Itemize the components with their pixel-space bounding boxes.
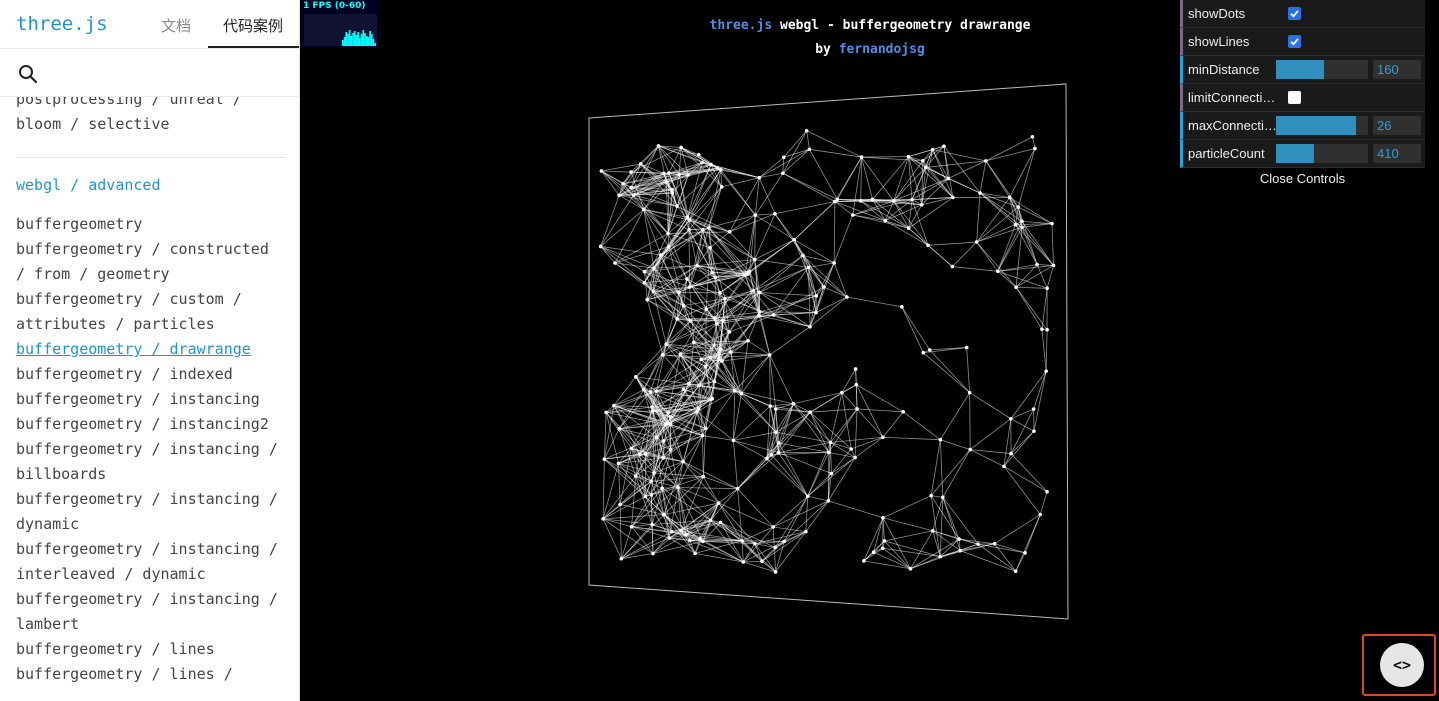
gui-slider-fill (1276, 116, 1357, 135)
gui-row-showdots: showDots (1180, 0, 1425, 28)
gui-checkbox[interactable] (1288, 7, 1301, 20)
example-link[interactable]: buffergeometry (16, 212, 286, 237)
sidebar-header: three.js 文档 代码案例 (0, 0, 299, 49)
gui-row-showlines: showLines (1180, 28, 1425, 56)
checkmark-icon (1290, 10, 1299, 18)
gui-label: showDots (1188, 6, 1246, 21)
gui-controls: showDots showLines minDistance 160 limitConn… (1180, 0, 1425, 168)
fps-stats-panel[interactable]: 1 FPS (0-60) (301, 0, 379, 48)
tab-examples[interactable]: 代码案例 (223, 15, 283, 36)
example-link[interactable]: buffergeometry / instancing2 (16, 412, 286, 437)
close-controls-button[interactable]: Close Controls (1180, 168, 1425, 190)
list-divider (16, 157, 286, 158)
info-header: three.js webgl - buffergeometry drawrang… (600, 14, 1140, 62)
checkmark-icon (1290, 38, 1299, 46)
gui-row-maxconnecti: maxConnecti… 26 (1180, 112, 1425, 140)
bounding-box (588, 83, 1069, 620)
gui-number-input[interactable]: 160 (1373, 60, 1421, 79)
info-title: webgl - buffergeometry drawrange (780, 18, 1031, 33)
gui-row-particlecount: particleCount 410 (1180, 140, 1425, 168)
gui-slider[interactable] (1276, 116, 1368, 135)
logo[interactable]: three.js (16, 13, 108, 35)
example-link[interactable]: buffergeometry / instancing / lambert (16, 587, 286, 637)
fps-label: 1 FPS (0-60) (303, 1, 366, 11)
info-by: by (815, 42, 831, 57)
fps-graph (304, 14, 377, 46)
gui-label: limitConnecti… (1188, 90, 1276, 105)
example-link[interactable]: buffergeometry / instancing / dynamic (16, 487, 286, 537)
example-link[interactable]: buffergeometry / lines / (16, 662, 286, 687)
gui-slider-fill (1276, 144, 1314, 163)
gui-label: maxConnecti… (1188, 118, 1277, 133)
example-list: postprocessing / unreal / bloom / select… (16, 87, 286, 687)
example-link[interactable]: buffergeometry / instancing (16, 387, 286, 412)
category-heading: webgl / advanced (16, 176, 161, 194)
sidebar: postprocessing / unreal / bloom / select… (0, 0, 300, 701)
connection-lines (600, 130, 1054, 573)
gui-number-input[interactable]: 410 (1373, 144, 1421, 163)
search-input[interactable] (48, 59, 287, 87)
gui-row-limitconnecti: limitConnecti… (1180, 84, 1425, 112)
threejs-link[interactable]: three.js (710, 18, 773, 33)
tab-docs[interactable]: 文档 (161, 15, 191, 36)
gui-slider[interactable] (1276, 60, 1368, 79)
gui-checkbox[interactable] (1288, 35, 1301, 48)
example-link[interactable]: buffergeometry / custom / attributes / p… (16, 287, 286, 337)
example-link[interactable]: buffergeometry / instancing / interleave… (16, 537, 286, 587)
example-link[interactable]: buffergeometry / constructed / from / ge… (16, 237, 286, 287)
search-icon[interactable] (18, 64, 38, 84)
dat-gui-panel: showDots showLines minDistance 160 limitConn… (1180, 0, 1425, 190)
gui-checkbox[interactable] (1288, 91, 1301, 104)
info-line-2: by fernandojsg (600, 38, 1140, 62)
active-tab-indicator (208, 46, 299, 48)
example-link[interactable]: buffergeometry / lines (16, 637, 286, 662)
example-link[interactable]: buffergeometry / instancing / billboards (16, 437, 286, 487)
gui-slider-fill (1276, 60, 1324, 79)
example-link-selected[interactable]: buffergeometry / drawrange (16, 337, 286, 362)
code-icon: <> (1392, 656, 1412, 674)
view-source-button[interactable]: <> (1380, 643, 1424, 687)
author-link[interactable]: fernandojsg (839, 42, 925, 57)
gui-slider[interactable] (1276, 144, 1368, 163)
example-link[interactable]: buffergeometry / indexed (16, 362, 286, 387)
info-line-1: three.js webgl - buffergeometry drawrang… (600, 14, 1140, 38)
gui-label: particleCount (1188, 146, 1265, 161)
gui-label: minDistance (1188, 62, 1260, 77)
gui-row-mindistance: minDistance 160 (1180, 56, 1425, 84)
gui-number-input[interactable]: 26 (1373, 116, 1421, 135)
search-bar (0, 49, 299, 97)
gui-label: showLines (1188, 34, 1250, 49)
